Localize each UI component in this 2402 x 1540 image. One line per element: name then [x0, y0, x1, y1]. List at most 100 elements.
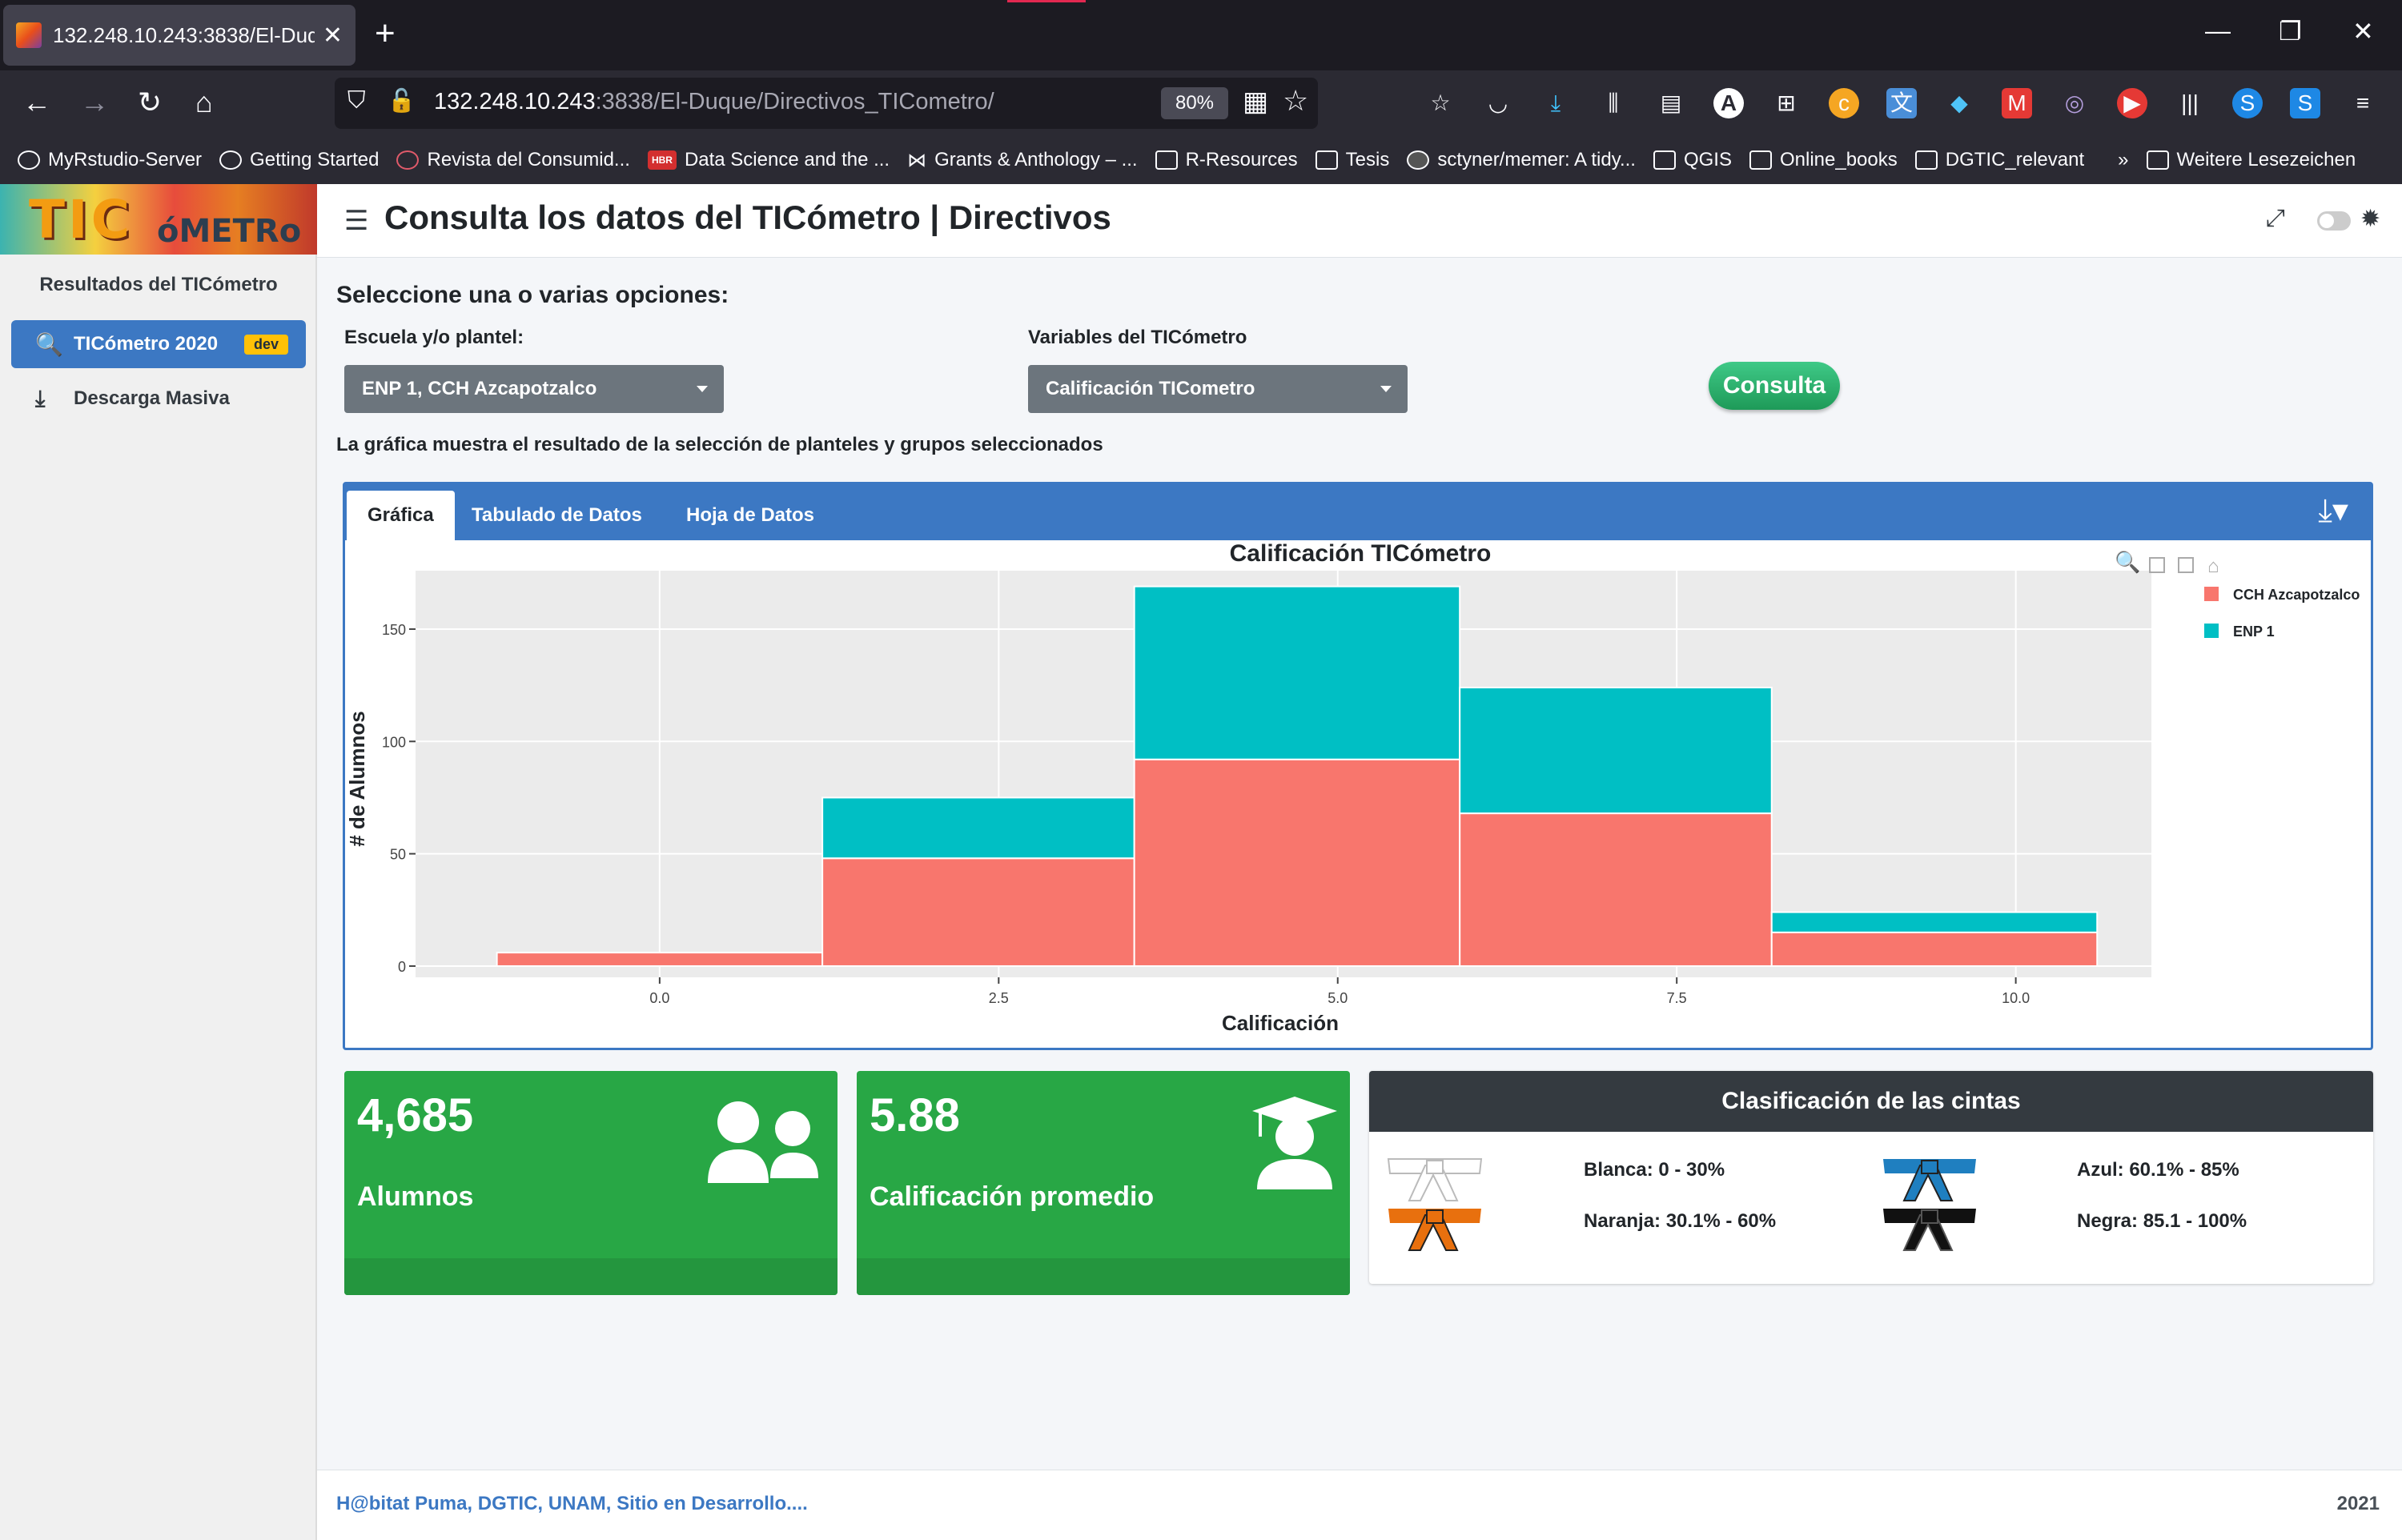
x-tick-label: 5.0	[1328, 990, 1348, 1006]
dark-mode-toggle[interactable]	[2317, 211, 2351, 231]
browser-tab[interactable]: 132.248.10.243:3838/El-Duque/ ✕	[3, 5, 355, 66]
extension-s-icon[interactable]: S	[2232, 88, 2263, 118]
folder-icon	[1749, 150, 1772, 170]
bookmark-folder[interactable]: QGIS	[1653, 149, 1732, 171]
sidebar-item-descarga-masiva[interactable]: ⤓ Descarga Masiva	[11, 375, 306, 423]
site-favicon-icon	[16, 22, 42, 48]
chart-card: Gráfica Tabulado de Datos Hoja de Datos …	[343, 482, 2373, 1050]
reset-home-icon[interactable]: ⌂	[2207, 555, 2219, 577]
zoom-out-icon[interactable]	[2178, 557, 2194, 573]
histogram-bar	[1133, 758, 1461, 967]
extension-video-icon[interactable]: ▶	[2117, 88, 2147, 118]
extension-diamond-icon[interactable]: ◆	[1944, 88, 1974, 118]
download-icon[interactable]: ⤓	[1540, 88, 1571, 118]
extension-coin-icon[interactable]: c	[1829, 88, 1859, 118]
variable-label: Variables del TICómetro	[1028, 327, 1247, 348]
extension-barcode-icon[interactable]: |||	[2175, 88, 2205, 118]
legend-swatch	[2204, 587, 2219, 601]
school-select-value: ENP 1, CCH Azcapotzalco	[362, 378, 597, 399]
tab-grafica[interactable]: Gráfica	[347, 491, 455, 540]
forward-icon[interactable]: →	[80, 85, 109, 120]
average-caption: Calificación promedio	[870, 1181, 1155, 1212]
browser-nav-bar: ← → ↻ ⌂ ⛉ 🔓 132.248.10.243:3838/El-Duque…	[0, 70, 2402, 136]
menu-icon[interactable]: ≡	[2348, 88, 2378, 118]
reader-view-icon[interactable]: ▤	[1656, 88, 1686, 118]
download-menu-icon[interactable]: ⤓▾	[2318, 492, 2348, 529]
hamburger-menu-icon[interactable]: ☰	[344, 205, 368, 237]
card-tab-bar: Gráfica Tabulado de Datos Hoja de Datos …	[345, 484, 2371, 540]
bookmark-item[interactable]: Getting Started	[219, 149, 379, 171]
qr-code-icon[interactable]: ▦	[1243, 86, 1268, 118]
bookmark-star-icon[interactable]: ☆	[1283, 84, 1308, 118]
home-icon[interactable]: ⌂	[195, 85, 213, 120]
extension-skype-icon[interactable]: S	[2290, 88, 2320, 118]
x-tick-label: 7.5	[1667, 990, 1687, 1006]
globe-icon	[219, 150, 243, 170]
sidebar-item-ticometro-2020[interactable]: 🔍 TICómetro 2020 dev	[11, 320, 306, 368]
chart-legend: CCH Azcapotzalco ENP 1	[2204, 587, 2360, 640]
bookmark-item[interactable]: HBR Data Science and the ...	[647, 149, 890, 171]
close-tab-icon[interactable]: ✕	[323, 22, 343, 50]
reload-icon[interactable]: ↻	[138, 85, 162, 120]
folder-icon	[1155, 150, 1178, 170]
y-axis-ticks: 0 50 100 150	[382, 622, 416, 975]
tab-hoja-de-datos[interactable]: Hoja de Datos	[665, 491, 835, 540]
sidebar-item-label: Descarga Masiva	[74, 387, 230, 409]
legend-label: ENP 1	[2233, 624, 2275, 640]
tab-tabulado-de-datos[interactable]: Tabulado de Datos	[451, 491, 663, 540]
zoom-icon[interactable]: 🔍	[2115, 548, 2140, 574]
more-bookmarks-icon[interactable]: »	[2118, 149, 2128, 171]
minimize-icon[interactable]: —	[2205, 16, 2231, 46]
extension-a-icon[interactable]: A	[1713, 88, 1744, 118]
bookmark-folder[interactable]: R-Resources	[1155, 149, 1298, 171]
new-tab-icon[interactable]: +	[375, 14, 396, 53]
shield-icon[interactable]: ⛉	[347, 87, 366, 114]
bookmark-item[interactable]: sctyner/memer: A tidy...	[1407, 149, 1636, 171]
students-count: 4,685	[357, 1089, 474, 1141]
github-icon	[1407, 150, 1430, 170]
restore-icon[interactable]: ❐	[2279, 16, 2302, 46]
ticometro-logo[interactable]: TIC óMETRo	[0, 184, 317, 255]
fullscreen-icon[interactable]: ⤢	[2266, 205, 2285, 232]
consulta-button[interactable]: Consulta	[1709, 362, 1840, 410]
magazine-icon	[396, 150, 420, 170]
bookmark-item[interactable]: ⋈ Grants & Anthology – ...	[907, 149, 1137, 172]
back-icon[interactable]: ←	[22, 85, 51, 120]
page-footer: H@bitat Puma, DGTIC, UNAM, Sitio en Desa…	[317, 1470, 2402, 1540]
bookmark-item[interactable]: Revista del Consumid...	[396, 149, 630, 171]
users-icon	[708, 1101, 818, 1183]
bookmark-folder[interactable]: Tesis	[1315, 149, 1389, 171]
bookmark-item[interactable]: MyRstudio-Server	[18, 149, 202, 171]
bow-tie-icon: ⋈	[907, 149, 927, 171]
blue-belt-icon	[1883, 1159, 1976, 1201]
library-icon[interactable]: ⫼	[1598, 88, 1629, 118]
folder-icon	[1315, 150, 1338, 170]
extension-glasses-icon[interactable]: ◎	[2059, 88, 2090, 118]
histogram-bar	[1770, 911, 2099, 933]
url-bar[interactable]: ⛉ 🔓 132.248.10.243:3838/El-Duque/Directi…	[335, 78, 1318, 129]
variable-select[interactable]: Calificación TICometro	[1028, 365, 1408, 413]
histogram-bar	[1459, 686, 1773, 815]
url-text[interactable]: 132.248.10.243:3838/El-Duque/Directivos_…	[434, 89, 994, 115]
orange-belt-label: Naranja: 30.1% - 60%	[1584, 1210, 1777, 1232]
school-label: Escuela y/o plantel:	[344, 327, 524, 348]
pocket-icon[interactable]: ◡	[1483, 88, 1513, 118]
school-select[interactable]: ENP 1, CCH Azcapotzalco	[344, 365, 724, 413]
other-bookmarks-folder[interactable]: Weitere Lesezeichen	[2146, 149, 2356, 171]
chart-note: La gráfica muestra el resultado de la se…	[336, 434, 1103, 455]
zoom-in-icon[interactable]	[2149, 557, 2165, 573]
search-icon: 🔍	[35, 331, 63, 357]
translate-icon[interactable]: 文	[1886, 88, 1917, 118]
bookmark-folder[interactable]: DGTIC_relevant	[1914, 149, 2084, 171]
tab-bar-accent	[1007, 0, 1086, 2]
extension-star-icon[interactable]: ☆	[1425, 88, 1456, 118]
gear-icon[interactable]: ✹	[2360, 205, 2380, 233]
lock-warning-icon[interactable]: 🔓	[388, 87, 416, 114]
close-window-icon[interactable]: ✕	[2352, 16, 2374, 46]
bookmark-folder[interactable]: Online_books	[1749, 149, 1898, 171]
y-tick-label: 150	[382, 622, 406, 638]
zoom-level[interactable]: 80%	[1161, 87, 1228, 119]
extension-m-icon[interactable]: M	[2002, 88, 2032, 118]
orange-belt-icon	[1388, 1209, 1481, 1251]
extension-grid-icon[interactable]: ⊞	[1771, 88, 1802, 118]
